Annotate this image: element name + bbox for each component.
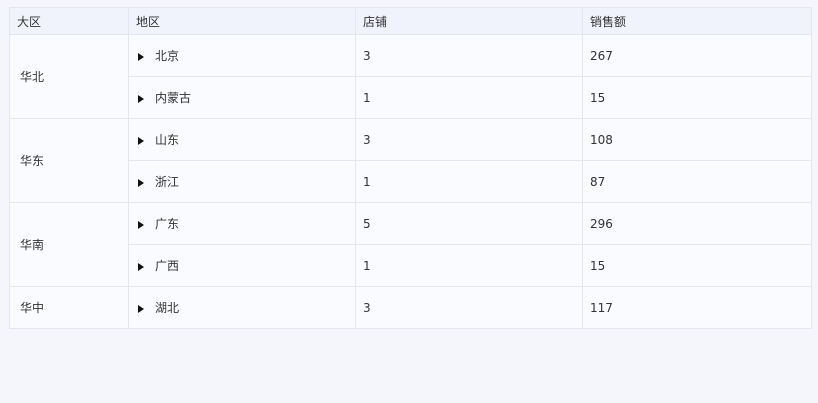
header-row: 大区 地区 店铺 销售额 — [9, 7, 812, 35]
region-cell: 华北 — [9, 34, 129, 119]
area-label: 广东 — [155, 217, 180, 231]
header-stores[interactable]: 店铺 — [355, 7, 583, 35]
stores-cell: 5 — [355, 202, 583, 245]
header-region[interactable]: 大区 — [9, 7, 129, 35]
table-row: 浙江 1 87 — [10, 160, 812, 203]
caret-right-icon[interactable] — [138, 263, 144, 271]
area-label: 内蒙古 — [155, 91, 192, 105]
area-cell[interactable]: 内蒙古 — [128, 76, 356, 119]
area-cell[interactable]: 广东 — [128, 202, 356, 245]
stores-cell: 3 — [355, 286, 583, 329]
pivot-table: 大区 地区 店铺 销售额 华北 北京 3 267 内蒙古 1 15 华东 山东 … — [9, 7, 812, 329]
caret-right-icon[interactable] — [138, 53, 144, 61]
table-row: 华东 山东 3 108 — [9, 118, 812, 203]
area-cell[interactable]: 广西 — [128, 244, 356, 287]
area-label: 浙江 — [155, 175, 180, 189]
table-row: 内蒙古 1 15 — [10, 76, 812, 119]
area-cell[interactable]: 北京 — [128, 34, 356, 77]
stores-cell: 3 — [355, 118, 583, 161]
area-label: 湖北 — [155, 301, 180, 315]
caret-right-icon[interactable] — [138, 179, 144, 187]
caret-right-icon[interactable] — [138, 95, 144, 103]
sales-cell: 108 — [582, 118, 812, 161]
pivot-table-container: 大区 地区 店铺 销售额 华北 北京 3 267 内蒙古 1 15 华东 山东 … — [9, 7, 812, 329]
region-cell: 华东 — [9, 118, 129, 203]
sales-cell: 15 — [582, 244, 812, 287]
sales-cell: 267 — [582, 34, 812, 77]
header-area[interactable]: 地区 — [128, 7, 356, 35]
region-cell: 华中 — [9, 286, 129, 329]
sales-cell: 15 — [582, 76, 812, 119]
caret-right-icon[interactable] — [138, 221, 144, 229]
stores-cell: 1 — [355, 76, 583, 119]
stores-cell: 3 — [355, 34, 583, 77]
area-label: 北京 — [155, 49, 180, 63]
area-label: 广西 — [155, 259, 180, 273]
stores-cell: 1 — [355, 160, 583, 203]
sales-cell: 296 — [582, 202, 812, 245]
caret-right-icon[interactable] — [138, 305, 144, 313]
stores-cell: 1 — [355, 244, 583, 287]
header-sales[interactable]: 销售额 — [582, 7, 812, 35]
area-cell[interactable]: 湖北 — [128, 286, 356, 329]
area-label: 山东 — [155, 133, 180, 147]
sales-cell: 117 — [582, 286, 812, 329]
table-row: 广西 1 15 — [10, 244, 812, 287]
region-cell: 华南 — [9, 202, 129, 287]
table-row: 华南 广东 5 296 — [9, 202, 812, 287]
table-row: 华中 湖北 3 117 — [9, 286, 812, 329]
caret-right-icon[interactable] — [138, 137, 144, 145]
table-row: 华北 北京 3 267 — [9, 34, 812, 119]
area-cell[interactable]: 山东 — [128, 118, 356, 161]
sales-cell: 87 — [582, 160, 812, 203]
area-cell[interactable]: 浙江 — [128, 160, 356, 203]
